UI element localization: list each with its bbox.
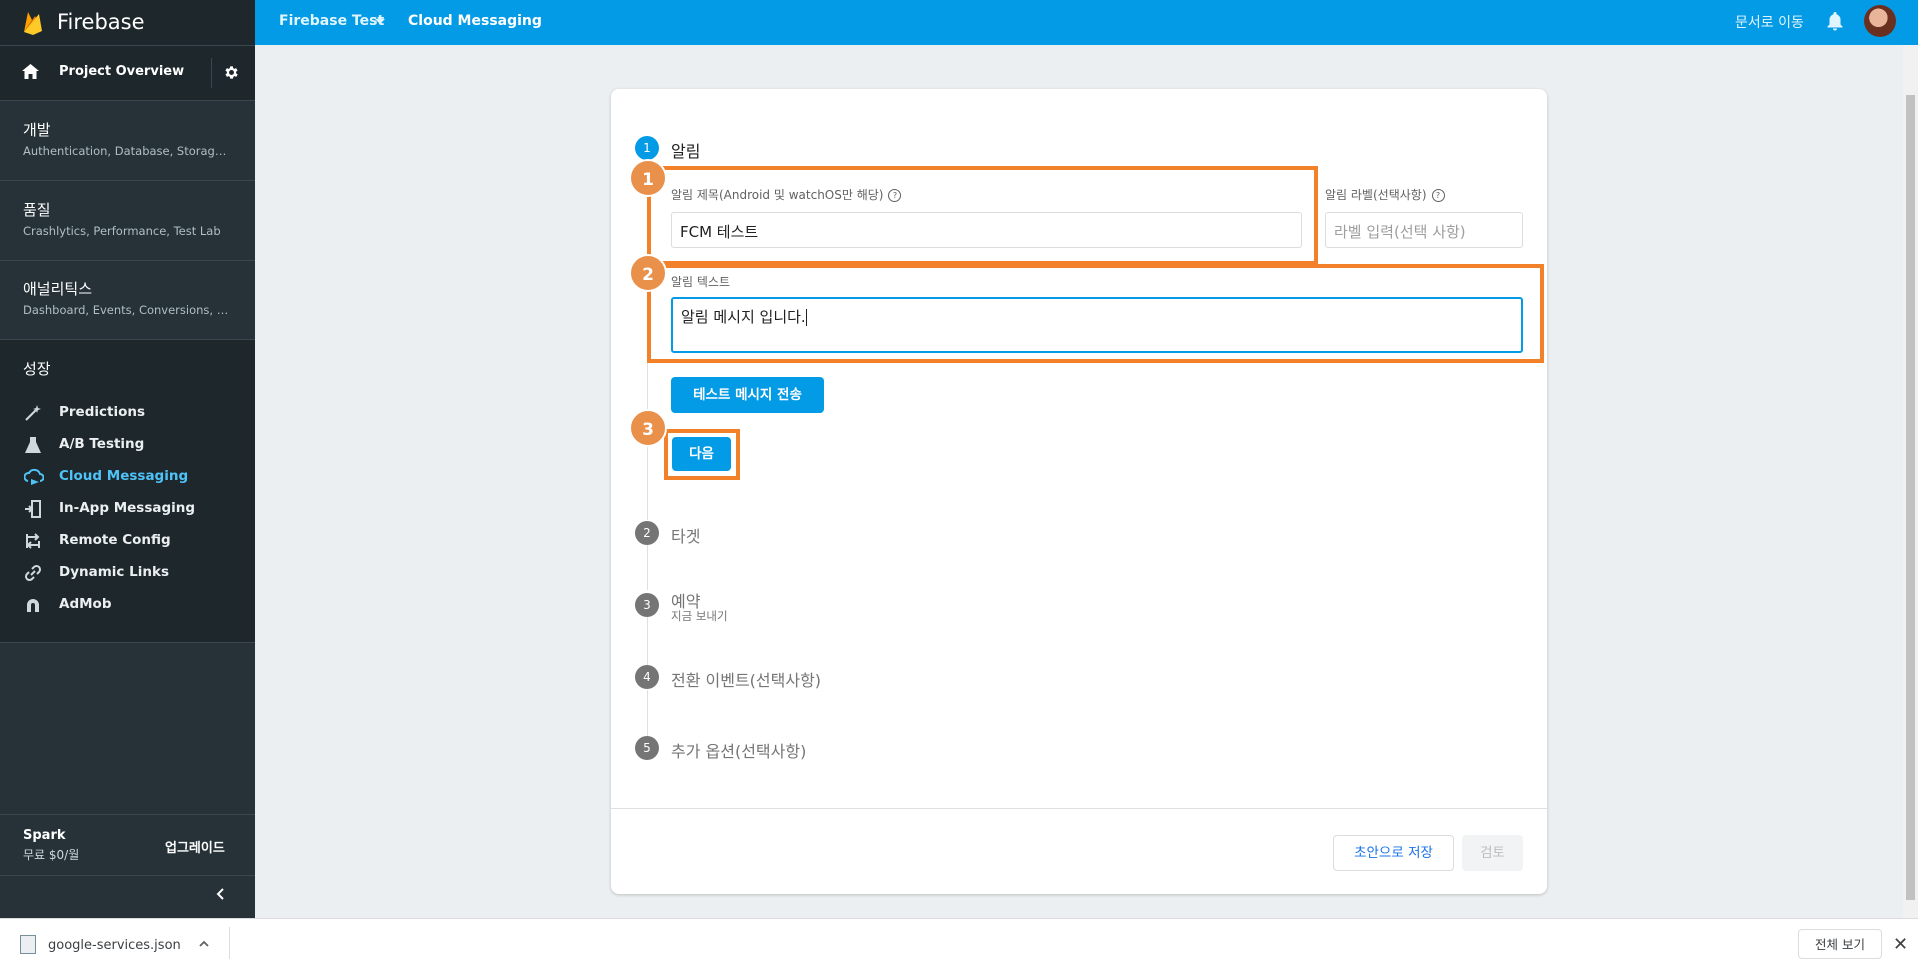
divider <box>229 927 230 959</box>
plan-panel: Spark 무료 $0/월 업그레이드 <box>0 814 255 876</box>
sidebar-section-analytics[interactable]: 애널리틱스 Dashboard, Events, Conversions, Au… <box>0 260 255 340</box>
step-connector <box>647 545 648 590</box>
docs-link[interactable]: 문서로 이동 <box>1735 12 1804 32</box>
sidebar-item-in-app-messaging[interactable]: In-App Messaging <box>0 492 255 524</box>
notification-label-label: 알림 라벨(선택사항)? <box>1325 186 1445 203</box>
sidebar-item-label: Cloud Messaging <box>59 468 189 484</box>
home-icon <box>22 64 39 83</box>
step-number: 5 <box>635 736 659 760</box>
step-number: 4 <box>635 665 659 689</box>
notification-label-input[interactable]: 라벨 입력(선택 사항) <box>1325 212 1523 248</box>
collapse-sidebar-icon[interactable] <box>214 886 228 905</box>
label-text: 알림 라벨(선택사항) <box>1325 188 1427 202</box>
help-icon[interactable]: ? <box>1431 189 1445 202</box>
divider <box>611 808 1547 809</box>
step-number: 3 <box>635 593 659 617</box>
sidebar-item-label: AdMob <box>59 596 112 612</box>
section-title: 품질 <box>23 201 51 219</box>
section-subtitle: Crashlytics, Performance, Test Lab <box>23 224 221 238</box>
sidebar-item-cloud-messaging[interactable]: Cloud Messaging <box>0 460 255 492</box>
in-app-messaging-icon <box>24 500 42 518</box>
section-title: 성장 <box>23 360 51 378</box>
app-name: Firebase <box>57 10 145 34</box>
review-button[interactable]: 검토 <box>1462 835 1523 871</box>
save-draft-button[interactable]: 초안으로 저장 <box>1333 835 1454 871</box>
sidebar-item-remote-config[interactable]: Remote Config <box>0 524 255 556</box>
step-title[interactable]: 타겟 <box>671 523 700 547</box>
sidebar-item-predictions[interactable]: Predictions <box>0 396 255 428</box>
remote-config-icon <box>24 532 42 550</box>
annotation-badge: 3 <box>629 409 667 447</box>
bell-icon[interactable] <box>1827 12 1843 35</box>
scrollbar[interactable] <box>1903 45 1918 918</box>
highlight-box-next <box>664 429 740 480</box>
sidebar-section-quality[interactable]: 품질 Crashlytics, Performance, Test Lab <box>0 181 255 261</box>
sidebar-item-label: Predictions <box>59 404 146 420</box>
highlight-box-title <box>647 166 1318 265</box>
chevron-down-icon[interactable] <box>375 19 385 24</box>
plan-name: Spark <box>23 828 66 843</box>
cloud-messaging-icon <box>23 468 45 486</box>
close-icon[interactable]: ✕ <box>1893 934 1908 955</box>
show-all-button[interactable]: 전체 보기 <box>1798 929 1882 959</box>
brand-header[interactable]: Firebase <box>0 0 255 46</box>
top-bar: Firebase Test Cloud Messaging 문서로 이동 <box>255 0 1918 45</box>
chevron-up-icon[interactable] <box>198 935 210 954</box>
section-subtitle: Dashboard, Events, Conversions, Au... <box>23 303 233 317</box>
annotation-badge: 1 <box>629 159 667 197</box>
section-subtitle: Authentication, Database, Storage, ... <box>23 144 233 158</box>
avatar[interactable] <box>1864 5 1896 37</box>
annotation-badge: 2 <box>629 254 667 292</box>
project-overview-row: Project Overview <box>0 46 255 101</box>
sidebar-item-dynamic-links[interactable]: Dynamic Links <box>0 556 255 588</box>
sidebar-item-label: In-App Messaging <box>59 500 196 516</box>
download-bar: google-services.json 전체 보기 ✕ <box>0 918 1918 968</box>
section-title: 개발 <box>23 121 51 139</box>
divider <box>211 58 212 88</box>
admob-icon <box>24 596 42 614</box>
file-icon <box>20 935 36 954</box>
download-file-name[interactable]: google-services.json <box>48 938 181 953</box>
sidebar-item-admob[interactable]: AdMob <box>0 588 255 620</box>
link-icon <box>24 564 42 582</box>
step-subtitle: 지금 보내기 <box>671 609 728 623</box>
highlight-box-text <box>647 264 1544 363</box>
flask-icon <box>24 436 42 454</box>
wand-icon <box>24 404 42 422</box>
step-number: 2 <box>635 521 659 545</box>
project-overview-link[interactable]: Project Overview <box>59 64 184 79</box>
step-number: 1 <box>635 136 659 160</box>
scrollbar-thumb[interactable] <box>1906 95 1915 900</box>
sidebar-item-label: A/B Testing <box>59 436 145 452</box>
project-selector[interactable]: Firebase Test <box>279 13 384 29</box>
sidebar-item-label: Remote Config <box>59 532 171 548</box>
plan-price: 무료 $0/월 <box>23 848 80 862</box>
sidebar-section-grow: 성장 Predictions A/B Testing Cloud Messagi… <box>0 340 255 643</box>
step-title[interactable]: 추가 옵션(선택사항) <box>671 738 806 762</box>
sidebar-item-ab-testing[interactable]: A/B Testing <box>0 428 255 460</box>
upgrade-button[interactable]: 업그레이드 <box>165 837 225 856</box>
sidebar: Firebase Project Overview 개발 Authenticat… <box>0 0 255 918</box>
gear-icon[interactable] <box>223 64 240 85</box>
sidebar-section-develop[interactable]: 개발 Authentication, Database, Storage, ..… <box>0 101 255 181</box>
step-title[interactable]: 알림 <box>671 138 700 162</box>
sidebar-item-label: Dynamic Links <box>59 564 169 580</box>
section-title: 애널리틱스 <box>23 280 93 298</box>
step-title[interactable]: 전환 이벤트(선택사항) <box>671 667 821 691</box>
page-title: Cloud Messaging <box>408 13 542 29</box>
firebase-logo-icon <box>22 10 44 40</box>
send-test-message-button[interactable]: 테스트 메시지 전송 <box>671 377 824 413</box>
